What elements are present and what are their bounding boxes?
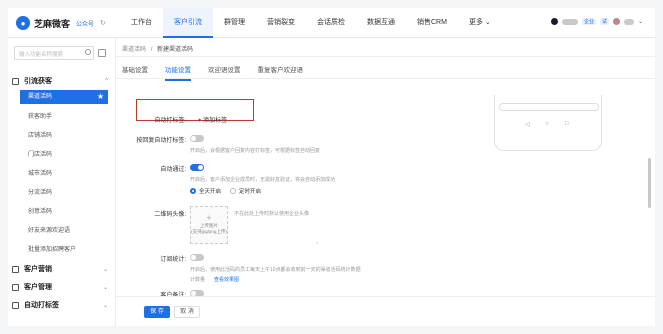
phone-preview: ◁ ○ □ — [494, 95, 602, 151]
divider — [116, 56, 655, 57]
tag-by-reply-toggle[interactable] — [190, 135, 204, 142]
app-window: ● 芝麻微客 公众号 ↻ 工作台 客户引流 群管理 营销裂变 会话质检 数据互通… — [8, 8, 655, 326]
auto-tag-label: 自动打标签: — [154, 118, 186, 124]
section-marketing[interactable]: 客户营销 ⌄ — [12, 264, 108, 274]
cancel-button[interactable]: 取 消 — [174, 306, 200, 318]
customer-icon — [12, 283, 19, 291]
radio-timed[interactable]: 定时开启 — [230, 187, 261, 195]
section-traffic-label: 引流获客 — [24, 78, 52, 85]
logo-text: 芝麻微客 — [34, 18, 71, 29]
subscribe-toggle[interactable] — [190, 254, 204, 261]
count-link[interactable]: 计数量 — [190, 276, 205, 283]
search-icon[interactable] — [85, 49, 91, 55]
qr-avatar-label: 二维码头像: — [154, 212, 186, 218]
sidebar-item-city-code[interactable]: 城市活码 — [20, 167, 108, 181]
nav-more[interactable]: 更多 ⌄ — [458, 8, 502, 38]
sidebar-item-channel-code[interactable]: 渠道活码 ★ — [20, 90, 108, 104]
radio-selected-icon — [190, 188, 196, 194]
preview-input-bar — [499, 103, 599, 111]
footer-bar: 保 存 取 消 — [116, 296, 655, 326]
recent-apps-icon: □ — [565, 121, 569, 127]
user-name-redacted — [623, 18, 634, 25]
upload-image-button[interactable]: + 上传图片 (支持jpg/png上传) — [190, 206, 228, 244]
nav-data-sync[interactable]: 数据互通 — [356, 8, 406, 38]
chevron-down-icon: ⌄ — [102, 302, 108, 309]
chevron-down-icon: ⌄ — [102, 266, 108, 273]
nav-customer-traffic[interactable]: 客户引流 — [163, 8, 213, 38]
tag-icon — [12, 301, 19, 309]
section-autotag-label: 自动打标签 — [24, 302, 59, 309]
company-name-redacted — [561, 18, 578, 25]
view-sample-link[interactable]: 查看效果图 — [214, 276, 239, 283]
breadcrumb-separator: / — [150, 47, 153, 53]
nav-workbench[interactable]: 工作台 — [120, 8, 163, 38]
resize-handle-icon: ⌟ — [316, 239, 319, 245]
sidebar-item-batch-add[interactable]: 批量添加招聘客户 — [20, 243, 108, 257]
enterprise-badge: 企业 — [581, 18, 596, 25]
calendar-icon[interactable] — [98, 49, 106, 57]
nav-crm[interactable]: 销售CRM — [406, 8, 458, 38]
sidebar-item-split-code[interactable]: 分流活码 — [20, 186, 108, 200]
subscribe-hint: 开启后，使用此活码的员工每天上午10点都会收到前一天的渠道活码统计数据 — [190, 267, 361, 273]
star-icon[interactable]: ★ — [97, 90, 104, 104]
subscribe-label: 订阅统计: — [160, 257, 186, 263]
auto-pass-label: 自动通过: — [160, 167, 186, 173]
section-customer[interactable]: 客户管理 ⌄ — [12, 282, 108, 292]
qr-avatar-hint: 不在此处上传时默认使用企业头像 — [234, 211, 310, 217]
nav-group-management[interactable]: 群管理 — [213, 8, 256, 38]
trial-badge: 试 — [599, 18, 609, 25]
tag-by-reply-label: 按回复自动打标签: — [136, 138, 186, 144]
chevron-up-icon: ^ — [105, 78, 108, 84]
add-tag-button[interactable]: + 添加标签 — [198, 115, 227, 124]
section-marketing-label: 客户营销 — [24, 266, 52, 273]
top-header: ● 芝麻微客 公众号 ↻ 工作台 客户引流 群管理 营销裂变 会话质检 数据互通… — [8, 8, 655, 38]
sidebar-item-welcome[interactable]: 好友来源欢迎语 — [20, 224, 108, 238]
radio-timed-label: 定时开启 — [239, 189, 262, 195]
form-area: 自动打标签: + 添加标签 按回复自动打标签: 开启后，会根据客户回复内容打标签… — [116, 79, 655, 289]
chevron-down-icon: ⌄ — [102, 284, 108, 291]
upload-format-hint: (支持jpg/png上传) — [191, 229, 227, 234]
section-traffic[interactable]: 引流获客 ^ — [12, 76, 108, 86]
sidebar: 输入功能名称搜索 引流获客 ^ 渠道活码 ★ 获客助手 店铺活码 门店活码 城市… — [8, 38, 116, 326]
tag-by-reply-hint: 开启后，会根据客户回复内容打标签，可根据标签自动回复 — [190, 148, 321, 154]
top-nav: 工作台 客户引流 群管理 营销裂变 会话质检 数据互通 销售CRM 更多 ⌄ — [120, 8, 502, 38]
sidebar-item-creative-code[interactable]: 创意活码 — [20, 205, 108, 219]
logo-icon: ● — [16, 16, 30, 30]
breadcrumb: 渠道活码 / 新建渠道活码 — [122, 44, 193, 53]
save-button[interactable]: 保 存 — [144, 306, 170, 318]
search-input[interactable]: 输入功能名称搜索 — [14, 46, 94, 60]
marketing-icon — [12, 265, 19, 273]
sidebar-item-acquisition[interactable]: 获客助手 — [20, 110, 108, 124]
sidebar-item-label: 渠道活码 — [28, 94, 53, 100]
logo: ● 芝麻微客 公众号 ↻ — [16, 16, 106, 30]
traffic-icon — [12, 77, 19, 85]
scrollbar[interactable] — [648, 158, 651, 208]
logo-subtitle[interactable]: 公众号 — [76, 19, 94, 28]
nav-marketing[interactable]: 营销裂变 — [256, 8, 306, 38]
auto-pass-hint: 开启后，客户添加企业成员时，无需好友验证，将会自动添加成功 — [190, 177, 336, 183]
section-customer-label: 客户管理 — [24, 284, 52, 291]
breadcrumb-parent[interactable]: 渠道活码 — [122, 47, 146, 53]
radio-unselected-icon — [230, 188, 236, 194]
breadcrumb-current: 新建渠道活码 — [157, 47, 194, 53]
auto-pass-toggle[interactable] — [190, 164, 204, 171]
home-icon: ○ — [545, 121, 549, 127]
sidebar-item-store-code[interactable]: 店铺活码 — [20, 129, 108, 143]
section-autotag[interactable]: 自动打标签 ⌄ — [12, 300, 108, 310]
radio-all-day[interactable]: 全天开启 — [190, 187, 221, 195]
plus-icon: + — [206, 213, 212, 223]
company-icon — [550, 18, 558, 25]
back-icon: ◁ — [525, 122, 530, 128]
user-area[interactable]: 企业 试 ⌄ — [550, 18, 643, 25]
radio-all-day-label: 全天开启 — [199, 189, 222, 195]
upload-label: 上传图片 — [200, 223, 218, 228]
nav-session-qc[interactable]: 会话质检 — [306, 8, 356, 38]
sidebar-item-shop-code[interactable]: 门店活码 — [20, 148, 108, 162]
avatar[interactable] — [612, 18, 620, 25]
refresh-icon[interactable]: ↻ — [100, 19, 106, 27]
chevron-down-icon[interactable]: ⌄ — [638, 18, 643, 25]
